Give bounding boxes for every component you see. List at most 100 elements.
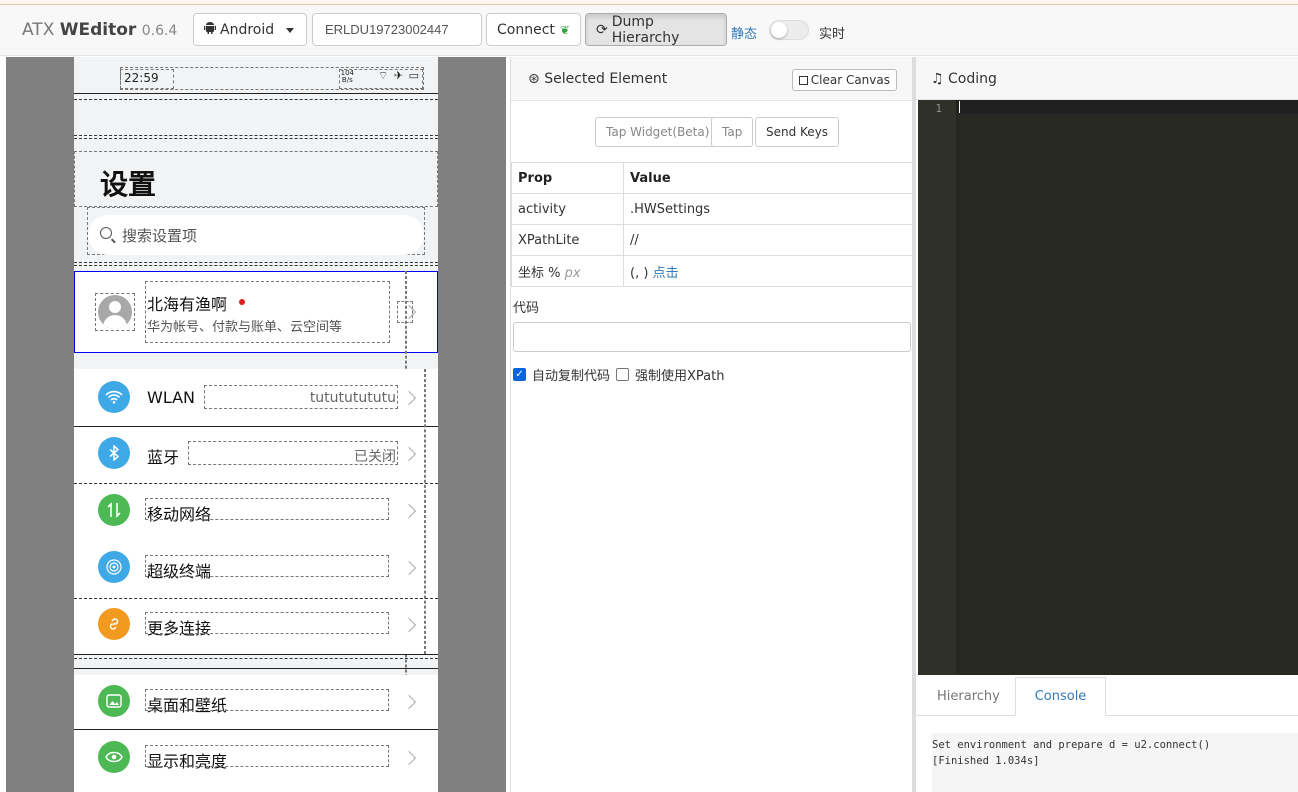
row-label: 蓝牙 bbox=[147, 448, 180, 467]
link-icon bbox=[98, 608, 130, 640]
prop-name: XPathLite bbox=[511, 224, 624, 256]
device-serial-input[interactable] bbox=[312, 13, 482, 46]
separator bbox=[74, 93, 438, 94]
code-input[interactable] bbox=[513, 322, 911, 352]
connect-button[interactable]: Connect ❦ bbox=[486, 13, 581, 46]
mode-static-label[interactable]: 静态 bbox=[731, 23, 757, 42]
settings-group-display: 桌面和壁纸 显示和亮度 bbox=[74, 675, 438, 792]
page-title: 设置 bbox=[100, 168, 157, 201]
coding-header: ♫ Coding bbox=[916, 57, 1298, 100]
settings-row-super-device[interactable]: 超级终端 bbox=[74, 540, 438, 596]
separator bbox=[74, 729, 438, 730]
settings-group-connectivity: WLAN tutututututu 蓝牙 已关闭 移动网络 超级终端 更多连接 bbox=[74, 369, 438, 654]
separator bbox=[74, 99, 438, 100]
live-mode-toggle[interactable] bbox=[769, 20, 809, 40]
settings-row-mobile-network[interactable]: 移动网络 bbox=[74, 484, 438, 540]
chevron-right-icon bbox=[401, 390, 417, 406]
row-label: WLAN bbox=[147, 388, 196, 407]
brand: ATX WEditor 0.6.4 bbox=[22, 20, 178, 40]
console-output: Set environment and prepare d = u2.conne… bbox=[932, 733, 1298, 792]
super-device-icon bbox=[98, 551, 130, 583]
line-number: 1 bbox=[935, 102, 942, 115]
prop-name: 坐标 % px bbox=[511, 255, 624, 287]
selected-element-highlight bbox=[74, 271, 438, 353]
chevron-right-icon bbox=[401, 694, 417, 710]
clear-canvas-button[interactable]: Clear Canvas bbox=[791, 69, 897, 91]
chevron-right-icon bbox=[401, 503, 417, 519]
column-header: Value bbox=[623, 162, 913, 194]
settings-row-bluetooth[interactable]: 蓝牙 已关闭 bbox=[74, 427, 438, 483]
label-bounds bbox=[145, 745, 389, 767]
prop-name: activity bbox=[511, 193, 624, 225]
editor-gutter: 1 bbox=[918, 100, 956, 675]
value-bounds bbox=[204, 385, 398, 409]
prop-value: (, ) 点击 bbox=[623, 255, 913, 287]
inspector-header: ⊛ Selected Element Clear Canvas bbox=[511, 57, 913, 101]
prop-value: .HWSettings bbox=[623, 193, 913, 225]
value-bounds bbox=[188, 441, 398, 465]
label-bounds bbox=[145, 612, 389, 634]
tap-button[interactable]: Tap bbox=[711, 117, 754, 147]
bluetooth-icon bbox=[98, 437, 130, 469]
code-options: ✓ 自动复制代码 强制使用XPath bbox=[513, 365, 724, 384]
navbar: ATX WEditor 0.6.4 Android Connect ❦ ⟳ Du… bbox=[0, 5, 1298, 56]
coding-title: ♫ Coding bbox=[931, 71, 997, 87]
bottom-tabs: Hierarchy Console bbox=[916, 677, 1298, 716]
table-row: XPathLite // bbox=[511, 224, 913, 256]
chevron-right-icon bbox=[401, 446, 417, 462]
coding-panel: ♫ Coding 1 Hierarchy Console Set environ… bbox=[916, 57, 1298, 792]
inspector-title: ⊛ Selected Element bbox=[528, 71, 668, 87]
settings-row-more-connections[interactable]: 更多连接 bbox=[74, 596, 438, 652]
target-icon: ⊛ bbox=[528, 71, 540, 87]
leaf-icon: ❦ bbox=[559, 22, 570, 37]
mobile-network-icon bbox=[98, 494, 130, 526]
label-bounds bbox=[145, 498, 389, 520]
separator bbox=[74, 668, 438, 669]
chevron-down-icon bbox=[286, 28, 294, 33]
music-note-icon: ♫ bbox=[931, 71, 944, 87]
checkbox-icon bbox=[798, 75, 808, 85]
version: 0.6.4 bbox=[141, 23, 178, 39]
tab-console[interactable]: Console bbox=[1015, 677, 1106, 716]
mode-live-label: 实时 bbox=[819, 27, 846, 42]
send-keys-button[interactable]: Send Keys bbox=[755, 117, 840, 147]
tap-widget-button[interactable]: Tap Widget(Beta) bbox=[595, 117, 721, 147]
separator bbox=[74, 135, 438, 136]
inspector-panel: ⊛ Selected Element Clear Canvas Tap Widg… bbox=[510, 57, 913, 792]
toggle-knob bbox=[771, 22, 787, 38]
force-xpath-checkbox[interactable] bbox=[616, 368, 630, 381]
separator bbox=[74, 598, 438, 599]
label-bounds bbox=[145, 555, 389, 577]
auto-copy-checkbox[interactable]: ✓ bbox=[513, 368, 526, 381]
settings-row-wlan[interactable]: WLAN tutututututu bbox=[74, 369, 438, 425]
chevron-right-icon bbox=[401, 560, 417, 576]
settings-row-wallpaper[interactable]: 桌面和壁纸 bbox=[74, 675, 438, 731]
search-input[interactable]: 搜索设置项 bbox=[88, 215, 424, 255]
eye-icon bbox=[98, 741, 130, 773]
phone-screen[interactable]: 22:59 104 B/s ⌔ ✈ ▭ 设置 搜索设置项 北海有渔啊 华为帐号、付… bbox=[74, 57, 438, 792]
separator bbox=[74, 138, 438, 139]
search-icon bbox=[100, 227, 112, 239]
code-editor[interactable]: 1 bbox=[918, 100, 1298, 675]
active-line bbox=[956, 100, 1298, 114]
separator bbox=[74, 658, 438, 659]
text-cursor bbox=[959, 101, 960, 113]
time-bounds bbox=[120, 69, 174, 89]
icons-bounds bbox=[339, 69, 423, 89]
table-header-row: Prop Value bbox=[511, 162, 913, 194]
refresh-icon: ⟳ bbox=[596, 21, 608, 38]
chevron-right-icon bbox=[401, 617, 417, 633]
settings-row-display[interactable]: 显示和亮度 bbox=[74, 731, 438, 787]
tab-hierarchy[interactable]: Hierarchy bbox=[917, 677, 1020, 716]
table-row: activity .HWSettings bbox=[511, 193, 913, 225]
separator bbox=[74, 265, 438, 266]
group-bounds bbox=[424, 369, 426, 654]
wifi-icon bbox=[98, 381, 130, 413]
click-coordinate-link[interactable]: 点击 bbox=[653, 266, 679, 281]
properties-table: Prop Value activity .HWSettings XPathLit… bbox=[511, 162, 913, 287]
platform-select[interactable]: Android bbox=[193, 13, 307, 46]
dump-hierarchy-button[interactable]: ⟳ Dump Hierarchy bbox=[585, 13, 727, 46]
separator bbox=[74, 262, 438, 263]
code-label: 代码 bbox=[513, 301, 540, 316]
column-header: Prop bbox=[511, 162, 624, 194]
